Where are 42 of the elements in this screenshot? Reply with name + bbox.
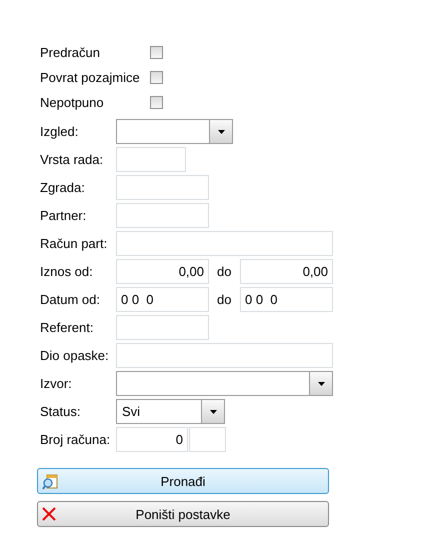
input-field[interactable]: [116, 315, 209, 340]
field-label: Datum od:: [40, 292, 101, 307]
checkbox-label: Povrat pozajmice: [40, 70, 141, 85]
reset-button[interactable]: Poništi postavke: [37, 501, 329, 527]
checkbox[interactable]: [150, 46, 163, 59]
input-field[interactable]: [116, 203, 209, 228]
dropdown[interactable]: [116, 371, 333, 396]
checkbox[interactable]: [150, 71, 163, 84]
close-icon: [42, 507, 56, 521]
search-document-icon: [42, 474, 58, 490]
field-label: Izgled:: [40, 124, 80, 139]
input-field[interactable]: [189, 427, 226, 452]
caret-icon: [318, 382, 324, 386]
field-label: Izvor:: [40, 376, 73, 391]
input-field[interactable]: 0 0 0: [116, 287, 209, 312]
range-separator: do: [216, 292, 232, 307]
input-field[interactable]: [116, 147, 186, 172]
input-field[interactable]: 0,00: [240, 259, 333, 284]
field-label: Iznos od:: [40, 264, 94, 279]
field-label: Status:: [40, 404, 82, 419]
input-field[interactable]: 0: [116, 427, 188, 452]
input-field[interactable]: 0,00: [116, 259, 209, 284]
dropdown[interactable]: Svi: [116, 399, 225, 424]
field-label: Partner:: [40, 208, 88, 223]
input-field[interactable]: [116, 175, 209, 200]
field-label: Vrsta rada:: [40, 152, 104, 167]
search-button[interactable]: Pronađi: [37, 468, 329, 494]
field-label: Račun part:: [40, 236, 108, 251]
checkbox-label: Predračun: [40, 45, 101, 60]
checkbox-label: Nepotpuno: [40, 95, 105, 110]
input-field[interactable]: [116, 231, 333, 256]
field-label: Zgrada:: [40, 180, 86, 195]
dropdown[interactable]: [116, 119, 233, 144]
field-label: Dio opaske:: [40, 348, 110, 363]
caret-icon: [210, 410, 216, 414]
input-field[interactable]: 0 0 0: [240, 287, 333, 312]
range-separator: do: [216, 264, 232, 279]
checkbox[interactable]: [150, 96, 163, 109]
input-field[interactable]: [116, 343, 333, 368]
field-label: Broj računa:: [40, 432, 112, 447]
field-label: Referent:: [40, 320, 94, 335]
caret-icon: [218, 130, 224, 134]
